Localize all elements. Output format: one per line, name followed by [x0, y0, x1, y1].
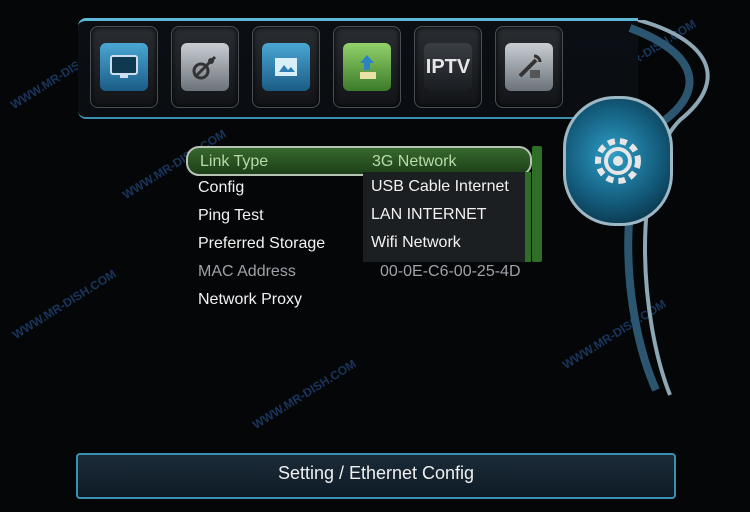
settings-gear-badge: [563, 96, 673, 226]
tools-icon: [505, 43, 553, 91]
dropdown-option[interactable]: LAN INTERNET: [371, 202, 487, 228]
preferred-storage-label: Preferred Storage: [198, 235, 326, 252]
usb-upgrade-icon: [343, 43, 391, 91]
satellite-dish-icon: [181, 43, 229, 91]
tv-osd-screen: WWW.MR-DISH.COM WWW.MR-DISH.COM WWW.MR-D…: [0, 0, 750, 512]
ping-test-label: Ping Test: [198, 207, 264, 224]
menu-tile-upgrade[interactable]: [333, 26, 401, 108]
gear-icon: [595, 138, 641, 184]
watermark-text: WWW.MR-DISH.COM: [250, 356, 359, 432]
network-proxy-label: Network Proxy: [198, 291, 303, 308]
link-type-label: Link Type: [200, 153, 269, 170]
menu-row-ping-test[interactable]: Ping Test: [186, 202, 356, 229]
menu-tile-installation[interactable]: [171, 26, 239, 108]
menu-tile-media[interactable]: [252, 26, 320, 108]
menu-tile-tools[interactable]: [495, 26, 563, 108]
iptv-label: IPTV: [425, 55, 471, 78]
tv-icon: [100, 43, 148, 91]
menu-row-mac-address: MAC Address 00-0E-C6-00-25-4D: [186, 258, 526, 285]
config-label: Config: [198, 179, 245, 196]
media-icon: [262, 43, 310, 91]
menu-row-config[interactable]: Config: [186, 174, 356, 201]
link-type-dropdown: USB Cable Internet LAN INTERNET Wifi Net…: [363, 172, 531, 262]
menu-row-network-proxy[interactable]: Network Proxy: [186, 286, 356, 313]
mac-address-value: 00-0E-C6-00-25-4D: [380, 263, 521, 280]
page-title: Setting / Ethernet Config: [277, 463, 475, 483]
iptv-icon: IPTV: [424, 43, 472, 91]
dropdown-option[interactable]: Wifi Network: [371, 230, 461, 256]
link-type-value: 3G Network: [372, 153, 457, 170]
main-menu-icons: IPTV: [90, 26, 563, 108]
dropdown-scrollbar[interactable]: [532, 146, 542, 262]
menu-row-preferred-storage[interactable]: Preferred Storage: [186, 230, 356, 257]
menu-tile-iptv[interactable]: IPTV: [414, 26, 482, 108]
mac-address-label: MAC Address: [198, 263, 296, 280]
watermark-text: WWW.MR-DISH.COM: [10, 266, 119, 342]
menu-tile-tv[interactable]: [90, 26, 158, 108]
dropdown-option[interactable]: USB Cable Internet: [371, 174, 509, 200]
footer-bar: Setting / Ethernet Config: [76, 453, 676, 499]
